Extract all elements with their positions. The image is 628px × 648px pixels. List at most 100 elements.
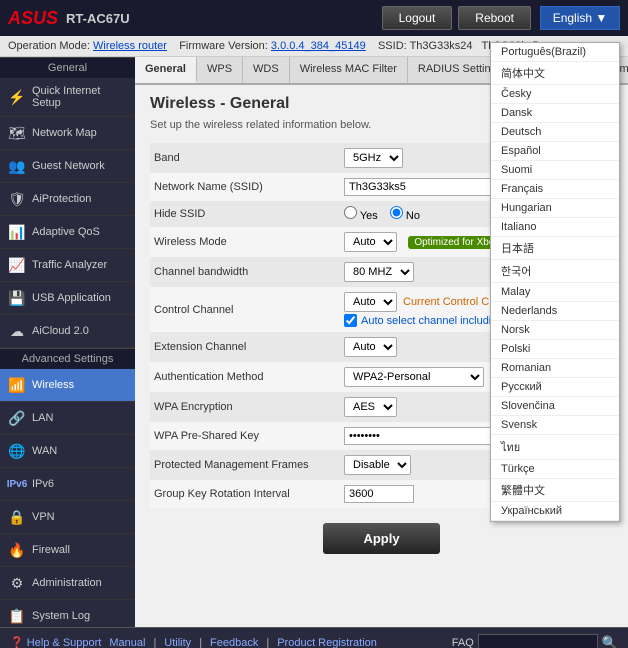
sidebar-item-guest-network[interactable]: 👥 Guest Network xyxy=(0,150,135,183)
sidebar-item-aicloud[interactable]: ☁ AiCloud 2.0 xyxy=(0,315,135,348)
extension-channel-label: Extension Channel xyxy=(150,332,340,362)
group-key-label: Group Key Rotation Interval xyxy=(150,480,340,508)
tab-general[interactable]: General xyxy=(135,57,197,83)
wireless-mode-select[interactable]: Auto xyxy=(344,232,397,252)
band-label: Band xyxy=(150,143,340,173)
tab-wds[interactable]: WDS xyxy=(243,57,290,83)
model-name: RT-AC67U xyxy=(66,11,379,26)
sidebar-item-administration[interactable]: ⚙ Administration xyxy=(0,567,135,600)
traffic-analyzer-icon: 📈 xyxy=(8,256,26,274)
hide-ssid-yes-radio[interactable] xyxy=(344,206,357,219)
apply-button[interactable]: Apply xyxy=(323,523,439,554)
hide-ssid-yes-label[interactable]: Yes xyxy=(344,206,378,222)
control-channel-label: Control Channel xyxy=(150,287,340,332)
auto-select-checkbox[interactable] xyxy=(344,314,357,327)
sidebar-item-label: IPv6 xyxy=(32,478,54,490)
reboot-button[interactable]: Reboot xyxy=(458,6,531,30)
pmf-select[interactable]: Disable xyxy=(344,455,411,475)
lang-option[interactable]: Svensk xyxy=(491,416,619,435)
sidebar-item-quick-internet[interactable]: ⚡ Quick Internet Setup xyxy=(0,78,135,117)
language-selector[interactable]: English ▼ xyxy=(540,6,620,30)
feedback-link[interactable]: Feedback xyxy=(210,637,258,648)
ssid1: Th3G33ks24 xyxy=(410,40,473,52)
lang-option[interactable]: Français xyxy=(491,180,619,199)
operation-mode-link[interactable]: Wireless router xyxy=(93,40,167,52)
lang-option[interactable]: Italiano xyxy=(491,218,619,237)
lang-option[interactable]: Malay xyxy=(491,283,619,302)
control-channel-select[interactable]: Auto xyxy=(344,292,397,312)
network-map-icon: 🗺 xyxy=(8,124,26,142)
sidebar-item-wan[interactable]: 🌐 WAN xyxy=(0,435,135,468)
lang-option[interactable]: Русский xyxy=(491,378,619,397)
wpa-enc-label: WPA Encryption xyxy=(150,392,340,422)
sidebar-item-network-map[interactable]: 🗺 Network Map xyxy=(0,117,135,150)
tab-wireless-mac-filter[interactable]: Wireless MAC Filter xyxy=(290,57,408,83)
help-support-link[interactable]: ❓ Help & Support xyxy=(10,636,101,648)
sidebar-item-label: Adaptive QoS xyxy=(32,226,100,238)
sidebar-item-adaptive-qos[interactable]: 📊 Adaptive QoS xyxy=(0,216,135,249)
lang-option[interactable]: Türkçe xyxy=(491,460,619,479)
sidebar-item-system-log[interactable]: 📋 System Log xyxy=(0,600,135,627)
lang-option[interactable]: Norsk xyxy=(491,321,619,340)
lang-option[interactable]: Slovenčina xyxy=(491,397,619,416)
wireless-icon: 📶 xyxy=(8,376,26,394)
search-icon[interactable]: 🔍 xyxy=(602,635,618,648)
sidebar-item-ipv6[interactable]: IPv6 IPv6 xyxy=(0,468,135,501)
hide-ssid-no-radio[interactable] xyxy=(390,206,403,219)
sidebar-item-lan[interactable]: 🔗 LAN xyxy=(0,402,135,435)
manual-link[interactable]: Manual xyxy=(109,637,145,648)
lang-option[interactable]: Suomi xyxy=(491,161,619,180)
lang-option[interactable]: Украïнський xyxy=(491,502,619,521)
wpa-enc-select[interactable]: AES xyxy=(344,397,397,417)
adaptive-qos-icon: 📊 xyxy=(8,223,26,241)
sidebar-item-vpn[interactable]: 🔒 VPN xyxy=(0,501,135,534)
lang-option[interactable]: Deutsch xyxy=(491,123,619,142)
lang-option[interactable]: Nederlands xyxy=(491,302,619,321)
lang-option[interactable]: 한국어 xyxy=(491,260,619,283)
lang-option[interactable]: ไทย xyxy=(491,435,619,460)
hide-ssid-no-label[interactable]: No xyxy=(390,206,420,222)
aicloud-icon: ☁ xyxy=(8,322,26,340)
wireless-mode-label: Wireless Mode xyxy=(150,227,340,257)
top-bar: ASUS RT-AC67U Logout Reboot English ▼ Po… xyxy=(0,0,628,36)
faq-label: FAQ xyxy=(452,637,474,648)
band-select[interactable]: 5GHz xyxy=(344,148,403,168)
sidebar-item-label: Traffic Analyzer xyxy=(32,259,107,271)
sidebar-item-traffic-analyzer[interactable]: 📈 Traffic Analyzer xyxy=(0,249,135,282)
firmware-link[interactable]: 3.0.0.4_384_45149 xyxy=(271,40,366,52)
lang-option[interactable]: Español xyxy=(491,142,619,161)
sidebar-item-label: AiCloud 2.0 xyxy=(32,325,89,337)
lang-option[interactable]: 简体中文 xyxy=(491,62,619,85)
system-log-icon: 📋 xyxy=(8,607,26,625)
sidebar-item-label: Administration xyxy=(32,577,102,589)
product-registration-link[interactable]: Product Registration xyxy=(277,637,377,648)
utility-link[interactable]: Utility xyxy=(164,637,191,648)
sidebar-item-aiprotection[interactable]: 🛡 AiProtection xyxy=(0,183,135,216)
sidebar-general-title: General xyxy=(0,57,135,78)
lang-option[interactable]: Polski xyxy=(491,340,619,359)
search-input[interactable] xyxy=(478,634,598,648)
auth-method-select[interactable]: WPA2-Personal xyxy=(344,367,484,387)
sidebar-item-wireless[interactable]: 📶 Wireless xyxy=(0,369,135,402)
lang-option[interactable]: 日本語 xyxy=(491,237,619,260)
bottom-bar: ❓ Help & Support Manual | Utility | Feed… xyxy=(0,627,628,648)
lang-option[interactable]: Dansk xyxy=(491,104,619,123)
lang-option[interactable]: Hungarian xyxy=(491,199,619,218)
apply-row: Apply xyxy=(150,523,613,554)
channel-bw-select[interactable]: 80 MHZ xyxy=(344,262,414,282)
sidebar-item-usb-application[interactable]: 💾 USB Application xyxy=(0,282,135,315)
sidebar-item-label: System Log xyxy=(32,610,90,622)
wan-icon: 🌐 xyxy=(8,442,26,460)
lang-option[interactable]: Romanian xyxy=(491,359,619,378)
extension-channel-select[interactable]: Auto xyxy=(344,337,397,357)
lang-option[interactable]: 繁體中文 xyxy=(491,479,619,502)
logout-button[interactable]: Logout xyxy=(382,6,453,30)
firewall-icon: 🔥 xyxy=(8,541,26,559)
tab-wps[interactable]: WPS xyxy=(197,57,243,83)
lang-option[interactable]: Česky xyxy=(491,85,619,104)
aiprotection-icon: 🛡 xyxy=(8,190,26,208)
group-key-input[interactable] xyxy=(344,485,414,503)
quick-internet-icon: ⚡ xyxy=(8,88,26,106)
sidebar-item-firewall[interactable]: 🔥 Firewall xyxy=(0,534,135,567)
lang-option[interactable]: Português(Brazil) xyxy=(491,43,619,62)
